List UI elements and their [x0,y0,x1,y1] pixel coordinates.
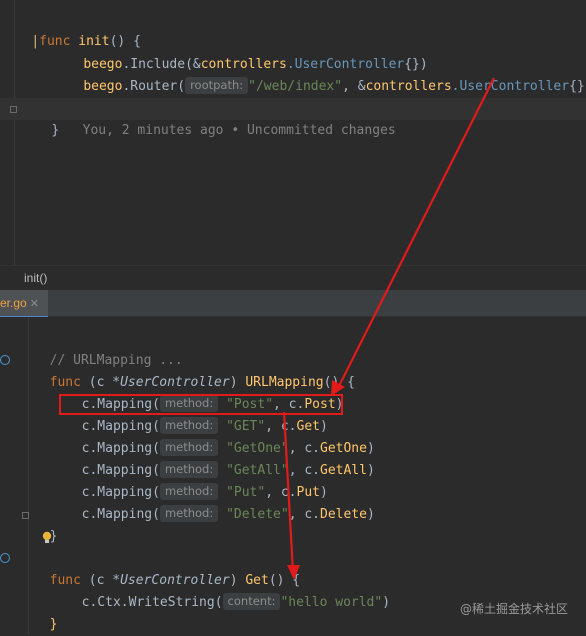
watermark: @稀土掘金技术社区 [459,602,568,616]
arrow-head [331,380,345,396]
annotation-arrows [282,77,495,580]
arrow-router-to-get [335,77,495,393]
arrow-get-to-handler [282,411,295,573]
arrow-head [287,565,300,580]
